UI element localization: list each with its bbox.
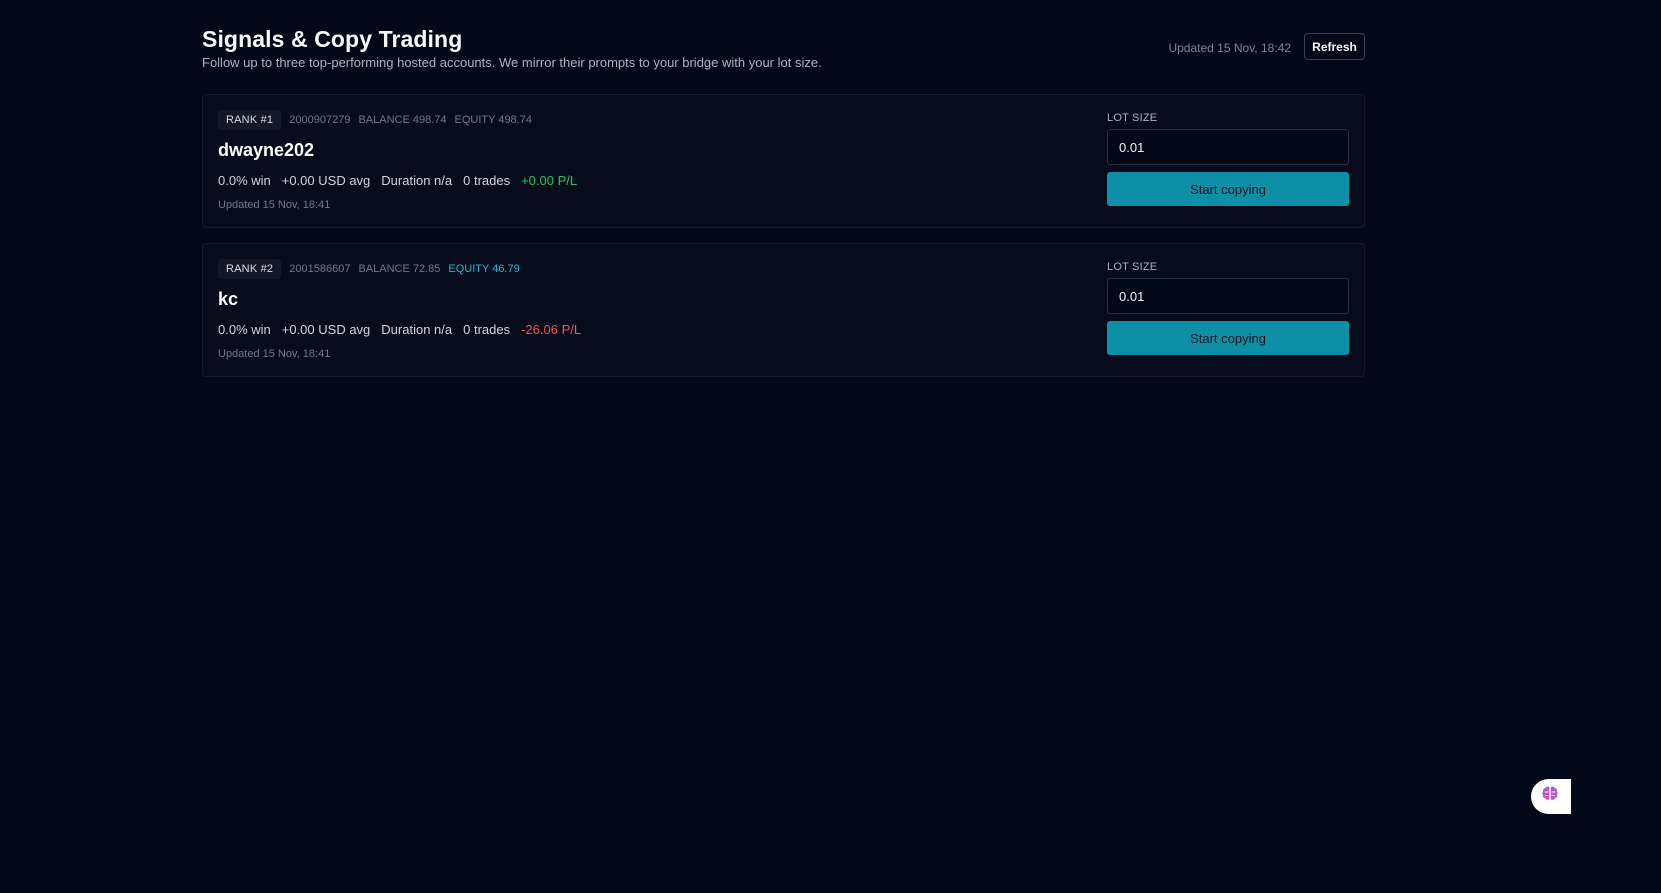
stats-row: 0.0% win +0.00 USD avg Duration n/a 0 tr… [218,322,581,337]
account-meta-row: RANK #2 2001586607 BALANCE 72.85 EQUITY … [218,259,520,279]
stat-profit-loss: -26.06 P/L [521,322,582,337]
stat-trades: 0 trades [463,173,511,188]
account-id: 2001586607 [289,263,351,275]
stat-win-rate: 0.0% win [218,322,271,337]
stats-row: 0.0% win +0.00 USD avg Duration n/a 0 tr… [218,173,577,188]
page-subtitle: Follow up to three top-performing hosted… [202,55,822,70]
page: Signals & Copy Trading Follow up to thre… [0,0,1661,893]
refresh-button[interactable]: Refresh [1304,33,1365,60]
account-equity: EQUITY 498.74 [454,114,532,126]
stat-profit-loss: +0.00 P/L [521,173,578,188]
stat-duration: Duration n/a [381,322,453,337]
assistant-floating-button[interactable] [1531,779,1571,814]
rank-badge: RANK #1 [218,110,282,130]
account-meta-row: RANK #1 2000907279 BALANCE 498.74 EQUITY… [218,110,532,130]
account-balance: BALANCE 498.74 [358,114,447,126]
page-title: Signals & Copy Trading [202,26,463,52]
signal-card-rank-1: RANK #1 2000907279 BALANCE 498.74 EQUITY… [202,94,1365,228]
last-updated-text: Updated 15 Nov, 18:42 [1168,41,1291,55]
lot-size-label: LOT SIZE [1107,112,1158,124]
card-updated-text: Updated 15 Nov, 18:41 [218,199,331,211]
rank-badge: RANK #2 [218,259,282,279]
lot-size-input[interactable] [1107,129,1349,165]
brain-icon [1540,784,1560,809]
trader-name: dwayne202 [218,140,315,160]
lot-size-label: LOT SIZE [1107,261,1158,273]
stat-avg: +0.00 USD avg [281,322,371,337]
start-copying-button[interactable]: Start copying [1107,172,1349,206]
account-id: 2000907279 [289,114,351,126]
page-header: Signals & Copy Trading Follow up to thre… [202,26,1365,78]
stat-avg: +0.00 USD avg [281,173,371,188]
trader-name: kc [218,289,239,309]
stat-win-rate: 0.0% win [218,173,271,188]
account-balance: BALANCE 72.85 [358,263,441,275]
signal-card-rank-2: RANK #2 2001586607 BALANCE 72.85 EQUITY … [202,243,1365,377]
lot-size-input[interactable] [1107,278,1349,314]
stat-duration: Duration n/a [381,173,453,188]
card-updated-text: Updated 15 Nov, 18:41 [218,348,331,360]
account-equity: EQUITY 46.79 [448,263,520,275]
stat-trades: 0 trades [463,322,511,337]
start-copying-button[interactable]: Start copying [1107,321,1349,355]
